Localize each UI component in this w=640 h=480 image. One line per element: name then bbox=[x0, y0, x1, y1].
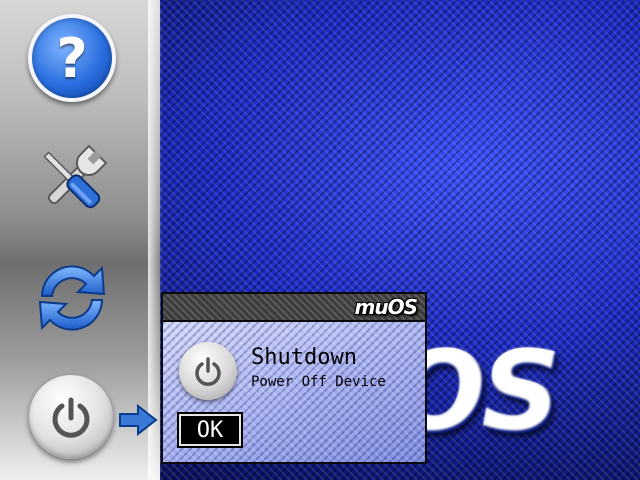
power-icon bbox=[29, 375, 113, 459]
help-icon: ? bbox=[28, 14, 116, 102]
sidebar-item-refresh[interactable] bbox=[28, 254, 116, 342]
dialog-subtitle: Power Off Device bbox=[251, 374, 386, 390]
refresh-icon bbox=[38, 265, 106, 331]
ok-button[interactable]: OK bbox=[179, 414, 241, 446]
sidebar-item-power[interactable] bbox=[26, 372, 116, 462]
dialog-logo: muOS bbox=[354, 295, 418, 319]
dialog-titlebar: muOS bbox=[163, 294, 425, 322]
sidebar-item-help[interactable]: ? bbox=[28, 14, 116, 102]
sidebar-item-tools[interactable] bbox=[28, 136, 116, 224]
shutdown-dialog: muOS Shutdown Power Off Device OK bbox=[161, 292, 427, 464]
power-icon bbox=[179, 342, 237, 400]
dialog-title: Shutdown bbox=[251, 345, 357, 370]
wrench-screwdriver-icon bbox=[43, 144, 108, 209]
arrow-right-icon bbox=[119, 404, 158, 436]
